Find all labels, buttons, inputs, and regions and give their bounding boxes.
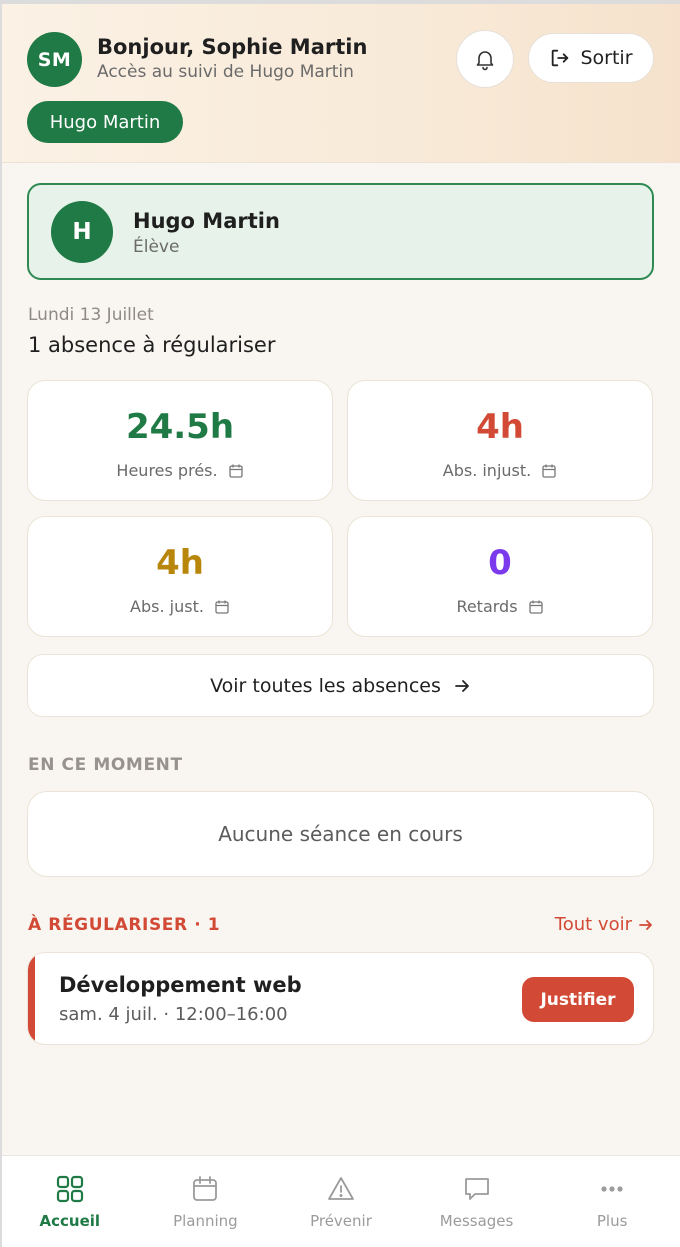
nav-item-messages[interactable]: Messages: [409, 1156, 545, 1247]
course-time: sam. 4 juil. · 12:00–16:00: [59, 1004, 288, 1025]
app-frame: SM Bonjour, Sophie Martin Accès au suivi…: [2, 4, 680, 1247]
absence-summary: 1 absence à régulariser: [28, 333, 276, 357]
nav-item-prevenir[interactable]: Prévenir: [273, 1156, 409, 1247]
arrow-right-icon: [638, 917, 654, 933]
all-absences-button[interactable]: Voir toutes les absences: [27, 654, 654, 717]
nav-label: Plus: [596, 1212, 628, 1230]
stat-label: Abs. just.: [130, 597, 204, 616]
see-all-label: Tout voir: [554, 914, 632, 935]
nav-item-planning[interactable]: Planning: [138, 1156, 274, 1247]
logout-button[interactable]: Sortir: [528, 33, 654, 83]
stat-label-row: Abs. just.: [28, 597, 332, 616]
calendar-icon: [541, 463, 557, 479]
see-all-link[interactable]: Tout voir: [555, 914, 654, 935]
nav-item-accueil[interactable]: Accueil: [2, 1156, 138, 1247]
all-absences-label: Voir toutes les absences: [210, 674, 441, 697]
stat-card-unjustified-absences[interactable]: 4h Abs. injust.: [347, 380, 653, 501]
now-section-title: EN CE MOMENT: [28, 755, 183, 775]
message-icon: [462, 1174, 492, 1204]
calendar-icon: [228, 463, 244, 479]
stat-card-justified-absences[interactable]: 4h Abs. just.: [27, 516, 333, 637]
stat-label: Heures prés.: [116, 461, 218, 480]
regularize-section-title: À RÉGULARISER · 1: [28, 915, 221, 935]
current-session-card: Aucune séance en cours: [27, 791, 654, 877]
course-name: Développement web: [59, 973, 302, 997]
absence-item-card[interactable]: Développement web sam. 4 juil. · 12:00–1…: [27, 952, 654, 1045]
child-selector-chip[interactable]: Hugo Martin: [27, 101, 183, 143]
warning-icon: [326, 1174, 356, 1204]
stat-label-row: Retards: [348, 597, 652, 616]
nav-label: Prévenir: [310, 1212, 372, 1230]
more-icon: [597, 1174, 627, 1204]
nav-label: Planning: [173, 1212, 238, 1230]
bottom-nav: Accueil Planning Prévenir Messages Plus: [2, 1155, 680, 1247]
stat-value: 4h: [476, 407, 524, 447]
student-avatar-initial: H: [72, 219, 92, 245]
stat-card-late-arrivals[interactable]: 0 Retards: [347, 516, 653, 637]
greeting-subtitle: Accès au suivi de Hugo Martin: [97, 62, 354, 82]
header: SM Bonjour, Sophie Martin Accès au suivi…: [2, 4, 680, 163]
logout-icon: [549, 47, 571, 69]
user-avatar: SM: [27, 32, 82, 87]
justify-button[interactable]: Justifier: [522, 977, 634, 1022]
stat-label: Abs. injust.: [442, 461, 532, 480]
student-card[interactable]: H Hugo Martin Élève: [27, 183, 654, 280]
stat-label: Retards: [456, 597, 518, 616]
notifications-button[interactable]: [456, 30, 514, 88]
grid-icon: [55, 1174, 85, 1204]
calendar-icon: [190, 1174, 220, 1204]
stat-label-row: Heures prés.: [28, 461, 332, 480]
nav-label: Accueil: [39, 1212, 101, 1230]
student-name: Hugo Martin: [133, 209, 280, 233]
no-session-text: Aucune séance en cours: [218, 822, 463, 846]
stat-value: 4h: [156, 543, 204, 583]
student-avatar: H: [51, 201, 113, 263]
nav-label: Messages: [439, 1212, 514, 1230]
arrow-right-icon: [453, 677, 471, 695]
stat-card-hours-present[interactable]: 24.5h Heures prés.: [27, 380, 333, 501]
logout-label: Sortir: [580, 47, 633, 69]
stat-value: 24.5h: [125, 407, 235, 447]
current-date: Lundi 13 Juillet: [28, 305, 154, 325]
student-role: Élève: [133, 237, 180, 257]
alert-bar: [28, 953, 35, 1044]
bell-icon: [473, 47, 497, 71]
calendar-icon: [528, 599, 544, 615]
stat-value: 0: [488, 543, 512, 583]
stat-label-row: Abs. injust.: [348, 461, 652, 480]
user-avatar-initials: SM: [37, 48, 72, 71]
greeting-title: Bonjour, Sophie Martin: [97, 35, 368, 59]
calendar-icon: [214, 599, 230, 615]
nav-item-plus[interactable]: Plus: [544, 1156, 680, 1247]
